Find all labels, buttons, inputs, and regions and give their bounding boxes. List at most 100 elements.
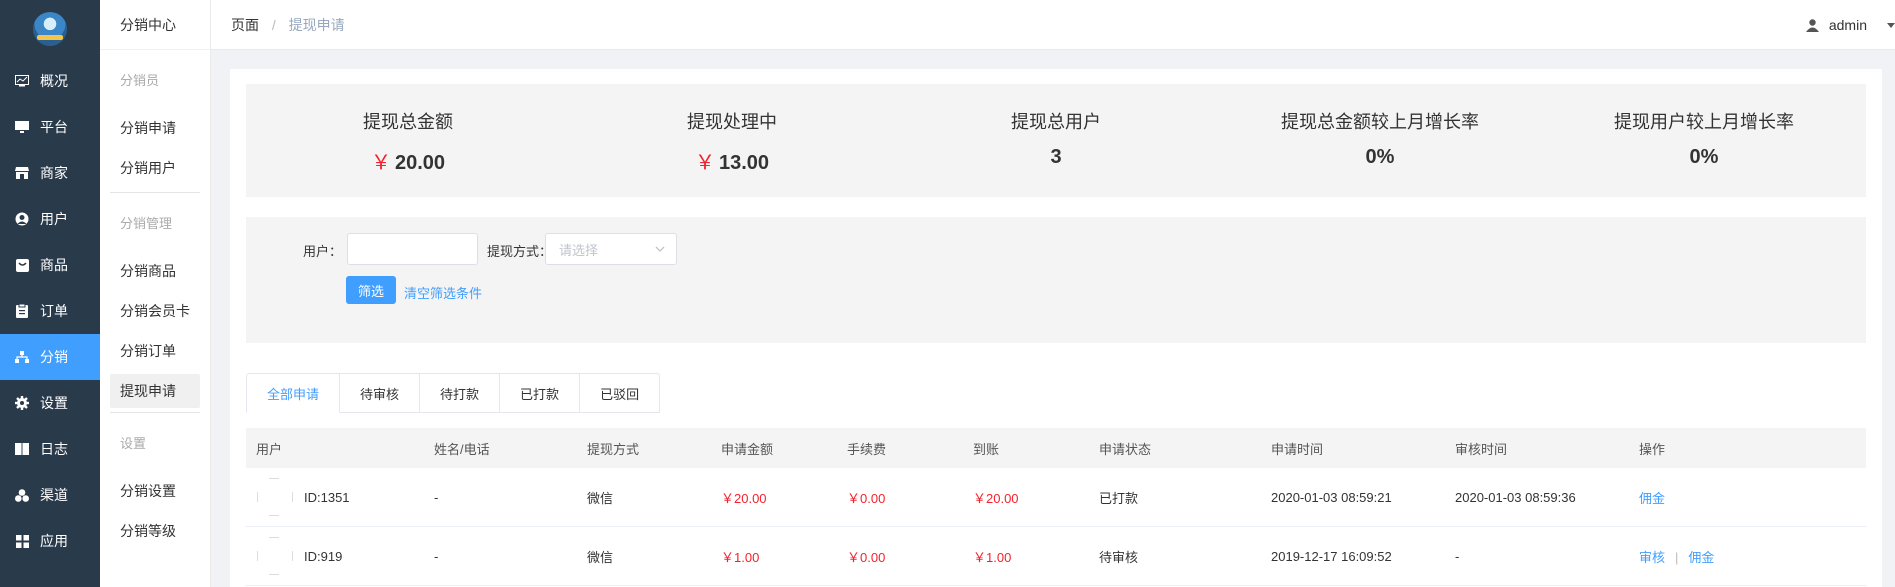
apply-time-cell: 2019-12-17 16:09:52 [1271, 548, 1392, 564]
method-cell: 微信 [587, 549, 614, 565]
fee-cell: ￥0.00 [847, 549, 886, 565]
column-header: 操作 [1639, 441, 1666, 457]
chart-icon [14, 73, 30, 89]
stat-user-growth: 提现用户较上月增长率 0% [1542, 84, 1866, 197]
user-filter-label: 用户： [303, 244, 343, 259]
submenu-item-distribution-apply[interactable]: 分销申请 [100, 108, 210, 148]
gear-icon [14, 395, 30, 411]
sidebar-item-platform[interactable]: 平台 [0, 104, 100, 150]
filter-panel: 用户： 提现方式： 请选择 筛选 清空筛选条件 [246, 217, 1866, 343]
chevron-down-icon [654, 243, 666, 258]
submenu-item-distribution-levels[interactable]: 分销等级 [100, 511, 210, 551]
currency-symbol: ￥ [370, 152, 391, 174]
submenu-group-settings: 设置 [120, 435, 147, 451]
currency-symbol: ￥ [694, 152, 715, 174]
stat-value: 0% [1689, 146, 1719, 168]
table-row: ID:1351 - 微信 ￥20.00 ￥0.00 ￥20.00 已打款 202… [246, 468, 1866, 527]
amount-cell: ￥20.00 [721, 490, 767, 506]
sidebar-item-label: 应用 [40, 533, 68, 549]
tab-pending-review[interactable]: 待审核 [340, 373, 421, 413]
submenu-item-distribution-settings[interactable]: 分销设置 [100, 471, 210, 511]
tab-pending-payment[interactable]: 待打款 [420, 373, 501, 413]
sidebar-item-goods[interactable]: 商品 [0, 242, 100, 288]
sidebar-item-label: 用户 [40, 211, 68, 227]
sidebar-item-label: 渠道 [40, 487, 68, 503]
stat-number: 13.00 [718, 152, 770, 174]
stat-number: 20.00 [394, 152, 446, 174]
sidebar-item-label: 分销 [40, 349, 68, 365]
main-content: 提现总金额 ￥ 20.00 提现处理中 ￥ 13.00 提现总用户 3 提现总金额较… [230, 69, 1882, 587]
user-filter-input[interactable] [347, 233, 478, 265]
review-time-cell: 2020-01-03 08:59:36 [1455, 489, 1576, 505]
submenu-group-distributors: 分销员 [120, 72, 160, 88]
stat-amount-growth: 提现总金额较上月增长率 0% [1218, 84, 1542, 197]
sidebar-item-label: 商品 [40, 257, 68, 273]
column-header: 手续费 [847, 441, 887, 457]
column-header: 审核时间 [1455, 441, 1508, 457]
name-phone-cell: - [434, 489, 439, 505]
column-header: 姓名/电话 [434, 441, 490, 457]
tab-all[interactable]: 全部申请 [246, 373, 341, 413]
monitor-icon [14, 119, 30, 135]
breadcrumb-current: 提现申请 [288, 16, 345, 33]
fee-cell: ￥0.00 [847, 490, 886, 506]
sidebar-item-overview[interactable]: 概况 [0, 58, 100, 104]
stat-label: 提现处理中 [687, 112, 777, 132]
received-cell: ￥20.00 [973, 490, 1019, 506]
sidebar-item-label: 日志 [40, 441, 68, 457]
commission-link[interactable]: 佣金 [1639, 491, 1665, 506]
submenu-item-distribution-orders[interactable]: 分销订单 [100, 331, 210, 371]
submenu-group-management: 分销管理 [120, 215, 173, 231]
submenu-item-member-card[interactable]: 分销会员卡 [100, 291, 210, 331]
sidebar-item-distribution[interactable]: 分销 [0, 334, 100, 380]
user-menu[interactable]: admin [1805, 0, 1895, 50]
logo[interactable] [0, 0, 100, 58]
submenu-item-withdraw-apply[interactable]: 提现申请 [110, 374, 200, 408]
tab-paid[interactable]: 已打款 [500, 373, 581, 413]
sidebar-item-orders[interactable]: 订单 [0, 288, 100, 334]
breadcrumb: 页面 / 提现申请 [231, 15, 345, 35]
received-cell: ￥1.00 [973, 549, 1012, 565]
submenu-item-distribution-users[interactable]: 分销用户 [100, 148, 210, 188]
breadcrumb-root[interactable]: 页面 [231, 17, 259, 33]
clear-filter-link[interactable]: 清空筛选条件 [404, 283, 482, 302]
sidebar-item-settings[interactable]: 设置 [0, 380, 100, 426]
actions-cell: 审核 | 佣金 [1629, 547, 1866, 566]
table-header: 用户 姓名/电话 提现方式 申请金额 手续费 到账 申请状态 申请时间 审核时间… [246, 428, 1866, 468]
tab-rejected[interactable]: 已驳回 [580, 373, 661, 413]
column-header: 到账 [973, 441, 1000, 457]
stat-value: ￥ 20.00 [371, 146, 445, 175]
review-time-cell: - [1455, 548, 1460, 564]
user-icon [1805, 18, 1819, 32]
sidebar-item-merchant[interactable]: 商家 [0, 150, 100, 196]
commission-link[interactable]: 佣金 [1688, 550, 1714, 565]
username: admin [1828, 17, 1867, 33]
sidebar-item-label: 平台 [40, 119, 68, 135]
sidebar-item-channels[interactable]: 渠道 [0, 472, 100, 518]
sidebar-item-apps[interactable]: 应用 [0, 518, 100, 564]
stat-total-amount: 提现总金额 ￥ 20.00 [246, 84, 570, 197]
name-phone-cell: - [434, 548, 439, 564]
secondary-menu: 分销中心 分销员 分销申请 分销用户 分销管理 分销商品 分销会员卡 分销订单 … [100, 0, 211, 587]
submenu-item-distribution-goods[interactable]: 分销商品 [100, 251, 210, 291]
method-filter-select[interactable]: 请选择 [545, 233, 677, 265]
log-icon [14, 441, 30, 457]
method-filter-label: 提现方式： [487, 244, 553, 259]
order-icon [14, 303, 30, 319]
shop-icon [14, 165, 30, 181]
logo-image [33, 12, 67, 46]
method-cell: 微信 [587, 490, 614, 506]
column-header: 提现方式 [587, 441, 640, 457]
stat-label: 提现用户较上月增长率 [1614, 112, 1794, 132]
sidebar-item-label: 设置 [40, 395, 68, 411]
distribution-icon [14, 349, 30, 365]
sidebar-item-logs[interactable]: 日志 [0, 426, 100, 472]
actions-cell: 佣金 [1629, 488, 1866, 507]
user-id: ID:1351 [304, 489, 350, 505]
sidebar-item-users[interactable]: 用户 [0, 196, 100, 242]
filter-button[interactable]: 筛选 [346, 276, 396, 304]
column-header: 申请状态 [1099, 441, 1152, 457]
sidebar-item-label: 概况 [40, 73, 68, 89]
review-link[interactable]: 审核 [1639, 550, 1665, 565]
avatar [256, 537, 294, 575]
